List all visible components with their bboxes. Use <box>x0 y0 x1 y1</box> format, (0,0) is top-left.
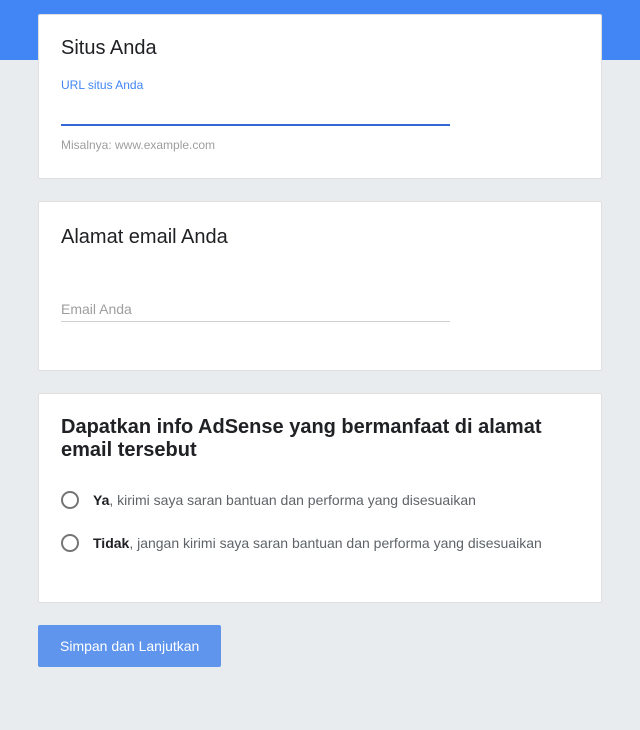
preferences-card-title: Dapatkan info AdSense yang bermanfaat di… <box>61 416 579 462</box>
radio-icon <box>61 491 79 509</box>
site-url-input[interactable] <box>61 98 450 126</box>
email-input[interactable] <box>61 295 450 322</box>
site-url-label: URL situs Anda <box>61 78 579 92</box>
site-card: Situs Anda URL situs Anda Misalnya: www.… <box>38 14 602 179</box>
radio-label-yes: Ya, kirimi saya saran bantuan dan perfor… <box>93 490 476 511</box>
radio-label-no: Tidak, jangan kirimi saya saran bantuan … <box>93 533 542 554</box>
email-card-title: Alamat email Anda <box>61 226 579 249</box>
radio-option-yes[interactable]: Ya, kirimi saya saran bantuan dan perfor… <box>61 490 579 511</box>
radio-group: Ya, kirimi saya saran bantuan dan perfor… <box>61 490 579 554</box>
radio-icon <box>61 534 79 552</box>
preferences-card: Dapatkan info AdSense yang bermanfaat di… <box>38 393 602 603</box>
email-card: Alamat email Anda <box>38 201 602 371</box>
radio-option-no[interactable]: Tidak, jangan kirimi saya saran bantuan … <box>61 533 579 554</box>
submit-button[interactable]: Simpan dan Lanjutkan <box>38 625 221 667</box>
site-url-helper: Misalnya: www.example.com <box>61 138 579 152</box>
form-container: Situs Anda URL situs Anda Misalnya: www.… <box>0 0 640 667</box>
site-card-title: Situs Anda <box>61 37 579 60</box>
